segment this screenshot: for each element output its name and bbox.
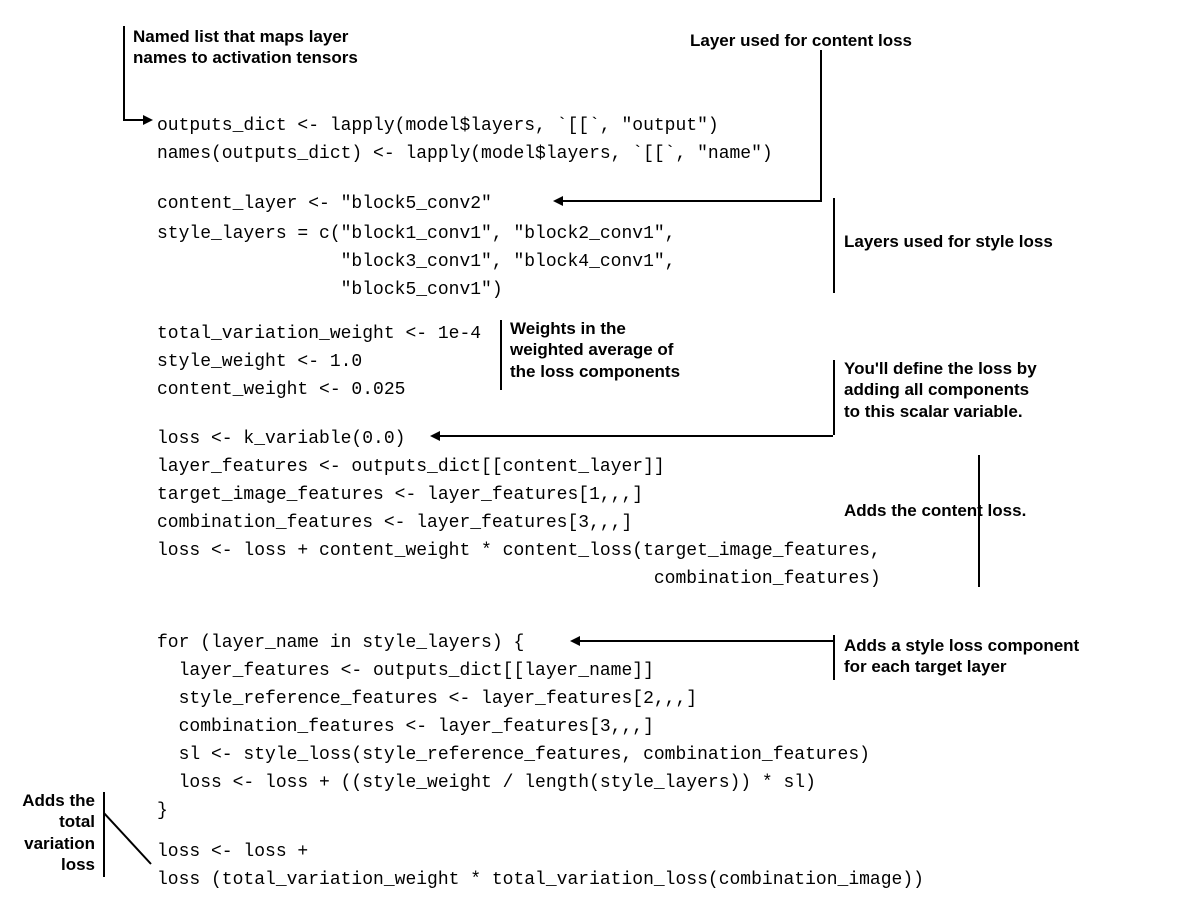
annotation-scalar: You'll define the loss by adding all com… (844, 358, 1037, 422)
arrow-named-list-head (143, 115, 153, 125)
arrow-content-layer-h (563, 200, 822, 202)
code-line-15: combination_features) (157, 565, 881, 593)
code-line-8: style_weight <- 1.0 (157, 348, 362, 376)
code-line-9: content_weight <- 0.025 (157, 376, 405, 404)
code-line-7: total_variation_weight <- 1e-4 (157, 320, 481, 348)
code-line-2: names(outputs_dict) <- lapply(model$laye… (157, 140, 773, 168)
code-line-21: loss <- loss + ((style_weight / length(s… (157, 769, 816, 797)
annotation-style-layers: Layers used for style loss (844, 231, 1053, 252)
code-line-23: loss <- loss + (157, 838, 308, 866)
bar-scalar (833, 360, 835, 435)
bar-style-layers (833, 198, 835, 293)
code-line-12: target_image_features <- layer_features[… (157, 481, 643, 509)
code-line-4: style_layers = c("block1_conv1", "block2… (157, 220, 675, 248)
bar-named-list (123, 26, 125, 121)
code-line-19: combination_features <- layer_features[3… (157, 713, 654, 741)
code-line-20: sl <- style_loss(style_reference_feature… (157, 741, 870, 769)
code-line-18: style_reference_features <- layer_featur… (157, 685, 697, 713)
code-line-5: "block3_conv1", "block4_conv1", (157, 248, 675, 276)
arrow-style-loop-h (580, 640, 833, 642)
arrow-content-layer-head (553, 196, 563, 206)
code-line-11: layer_features <- outputs_dict[[content_… (157, 453, 665, 481)
code-line-1: outputs_dict <- lapply(model$layers, `[[… (157, 112, 719, 140)
code-line-22: } (157, 797, 168, 825)
bar-content-loss (978, 455, 980, 587)
arrow-content-layer-v (820, 50, 822, 200)
code-line-17: layer_features <- outputs_dict[[layer_na… (157, 657, 654, 685)
code-line-24: loss (total_variation_weight * total_var… (157, 866, 924, 894)
code-line-3: content_layer <- "block5_conv2" (157, 190, 492, 218)
annotation-content-layer: Layer used for content loss (690, 30, 912, 51)
annotation-content-loss: Adds the content loss. (844, 500, 1026, 521)
code-line-13: combination_features <- layer_features[3… (157, 509, 632, 537)
arrow-scalar-h (440, 435, 833, 437)
code-line-14: loss <- loss + content_weight * content_… (157, 537, 881, 565)
code-line-16: for (layer_name in style_layers) { (157, 629, 524, 657)
arrow-scalar-head (430, 431, 440, 441)
code-line-10: loss <- k_variable(0.0) (157, 425, 405, 453)
annotation-tv-loss: Adds the total variation loss (15, 790, 95, 875)
diag-tv-loss (103, 812, 153, 867)
annotation-style-loop: Adds a style loss component for each tar… (844, 635, 1079, 678)
annotation-named-list: Named list that maps layer names to acti… (133, 26, 358, 69)
bar-weights (500, 320, 502, 390)
code-line-6: "block5_conv1") (157, 276, 503, 304)
bar-style-loop (833, 635, 835, 680)
arrow-named-list-h (123, 119, 143, 121)
arrow-style-loop-head (570, 636, 580, 646)
annotation-weights: Weights in the weighted average of the l… (510, 318, 680, 382)
